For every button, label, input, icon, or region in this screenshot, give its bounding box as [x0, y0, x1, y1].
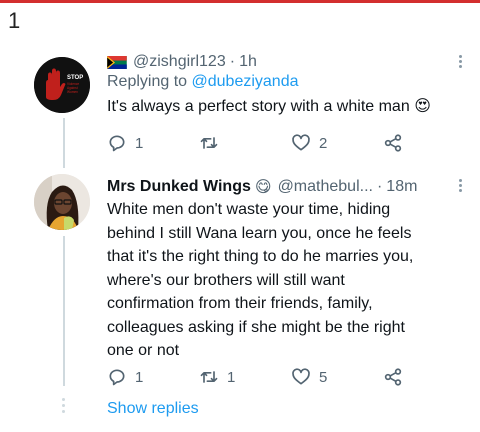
- tweet-text-line: that it's the right thing to do he marri…: [107, 248, 414, 265]
- thread-dots: [62, 398, 65, 416]
- tweet-text-line: White men don't waste your time, hiding: [107, 201, 391, 218]
- like-count: 5: [319, 368, 328, 386]
- tweet-text: White men don't waste your time, hiding …: [107, 198, 462, 363]
- like-icon: [292, 134, 310, 151]
- avatar-stop-text: STOP: [67, 75, 83, 81]
- thread-line: [63, 236, 65, 386]
- profile-photo: [34, 174, 90, 230]
- reply-icon: [109, 369, 125, 386]
- south-africa-flag-icon: [107, 55, 127, 69]
- like-button[interactable]: 2: [291, 133, 383, 153]
- show-replies-link[interactable]: Show replies: [107, 400, 199, 418]
- tweet-actions: 1 1 5: [107, 367, 403, 387]
- separator: ·: [376, 178, 383, 195]
- yum-emoji: 😋: [254, 179, 272, 196]
- tweet[interactable]: Mrs Dunked Wings 😋 @mathebul... · 18m Wh…: [107, 177, 462, 363]
- reply-count: 1: [135, 134, 144, 152]
- top-border: [0, 0, 480, 3]
- tweet-header: @zishgirl123 · 1h: [107, 53, 462, 71]
- avatar[interactable]: [34, 174, 90, 230]
- svg-text:Women: Women: [67, 90, 78, 94]
- tweet-text-line: confirmation from their friends, family,: [107, 295, 373, 312]
- thread-line: [63, 118, 65, 168]
- replying-to-label: Replying to: [107, 73, 188, 90]
- tweet-text: It's always a perfect story with a white…: [107, 95, 462, 119]
- more-icon[interactable]: [459, 53, 462, 70]
- tweet-text-line: behind I still Wana learn you, once he f…: [107, 224, 412, 242]
- tweet-text-line: colleagues asking if she might be the ri…: [107, 318, 405, 336]
- retweet-button[interactable]: 1: [199, 367, 291, 387]
- handle[interactable]: @zishgirl123: [133, 53, 226, 71]
- tweet[interactable]: @zishgirl123 · 1h Replying to @dubeziyan…: [107, 53, 462, 119]
- more-icon[interactable]: [459, 177, 462, 194]
- share-button[interactable]: [383, 133, 403, 153]
- display-name[interactable]: Mrs Dunked Wings: [107, 178, 251, 196]
- replying-to: Replying to @dubeziyanda: [107, 73, 462, 91]
- handle[interactable]: @mathebul...: [278, 178, 373, 196]
- share-icon: [384, 134, 402, 152]
- like-count: 2: [319, 134, 328, 152]
- timestamp[interactable]: 1h: [239, 53, 257, 71]
- retweet-icon: [200, 137, 218, 149]
- tweet-text-line: where's our brothers will still want: [107, 271, 345, 289]
- like-icon: [292, 368, 310, 385]
- stop-violence-logo: STOP Violence Against Women: [34, 57, 90, 113]
- tweet-text-content: It's always a perfect story with a white…: [107, 98, 410, 115]
- retweet-count: 1: [227, 368, 236, 386]
- tweet-header: Mrs Dunked Wings 😋 @mathebul... · 18m: [107, 177, 462, 197]
- tweet-text-line: one or not: [107, 342, 180, 359]
- reply-button[interactable]: 1: [107, 133, 199, 153]
- retweet-button[interactable]: [199, 133, 291, 153]
- retweet-icon: [200, 371, 218, 383]
- reply-count: 1: [135, 368, 144, 386]
- separator: ·: [229, 53, 236, 70]
- page-number: 1: [8, 8, 21, 33]
- reply-to-link[interactable]: @dubeziyanda: [192, 73, 299, 90]
- share-button[interactable]: [383, 367, 403, 387]
- avatar[interactable]: STOP Violence Against Women: [34, 57, 90, 113]
- share-icon: [384, 368, 402, 386]
- tweet-actions: 1 2: [107, 133, 403, 153]
- reply-button[interactable]: 1: [107, 367, 199, 387]
- like-button[interactable]: 5: [291, 367, 383, 387]
- timestamp[interactable]: 18m: [386, 178, 417, 196]
- reply-icon: [109, 135, 125, 152]
- heart-eyes-emoji: 😍: [414, 98, 431, 115]
